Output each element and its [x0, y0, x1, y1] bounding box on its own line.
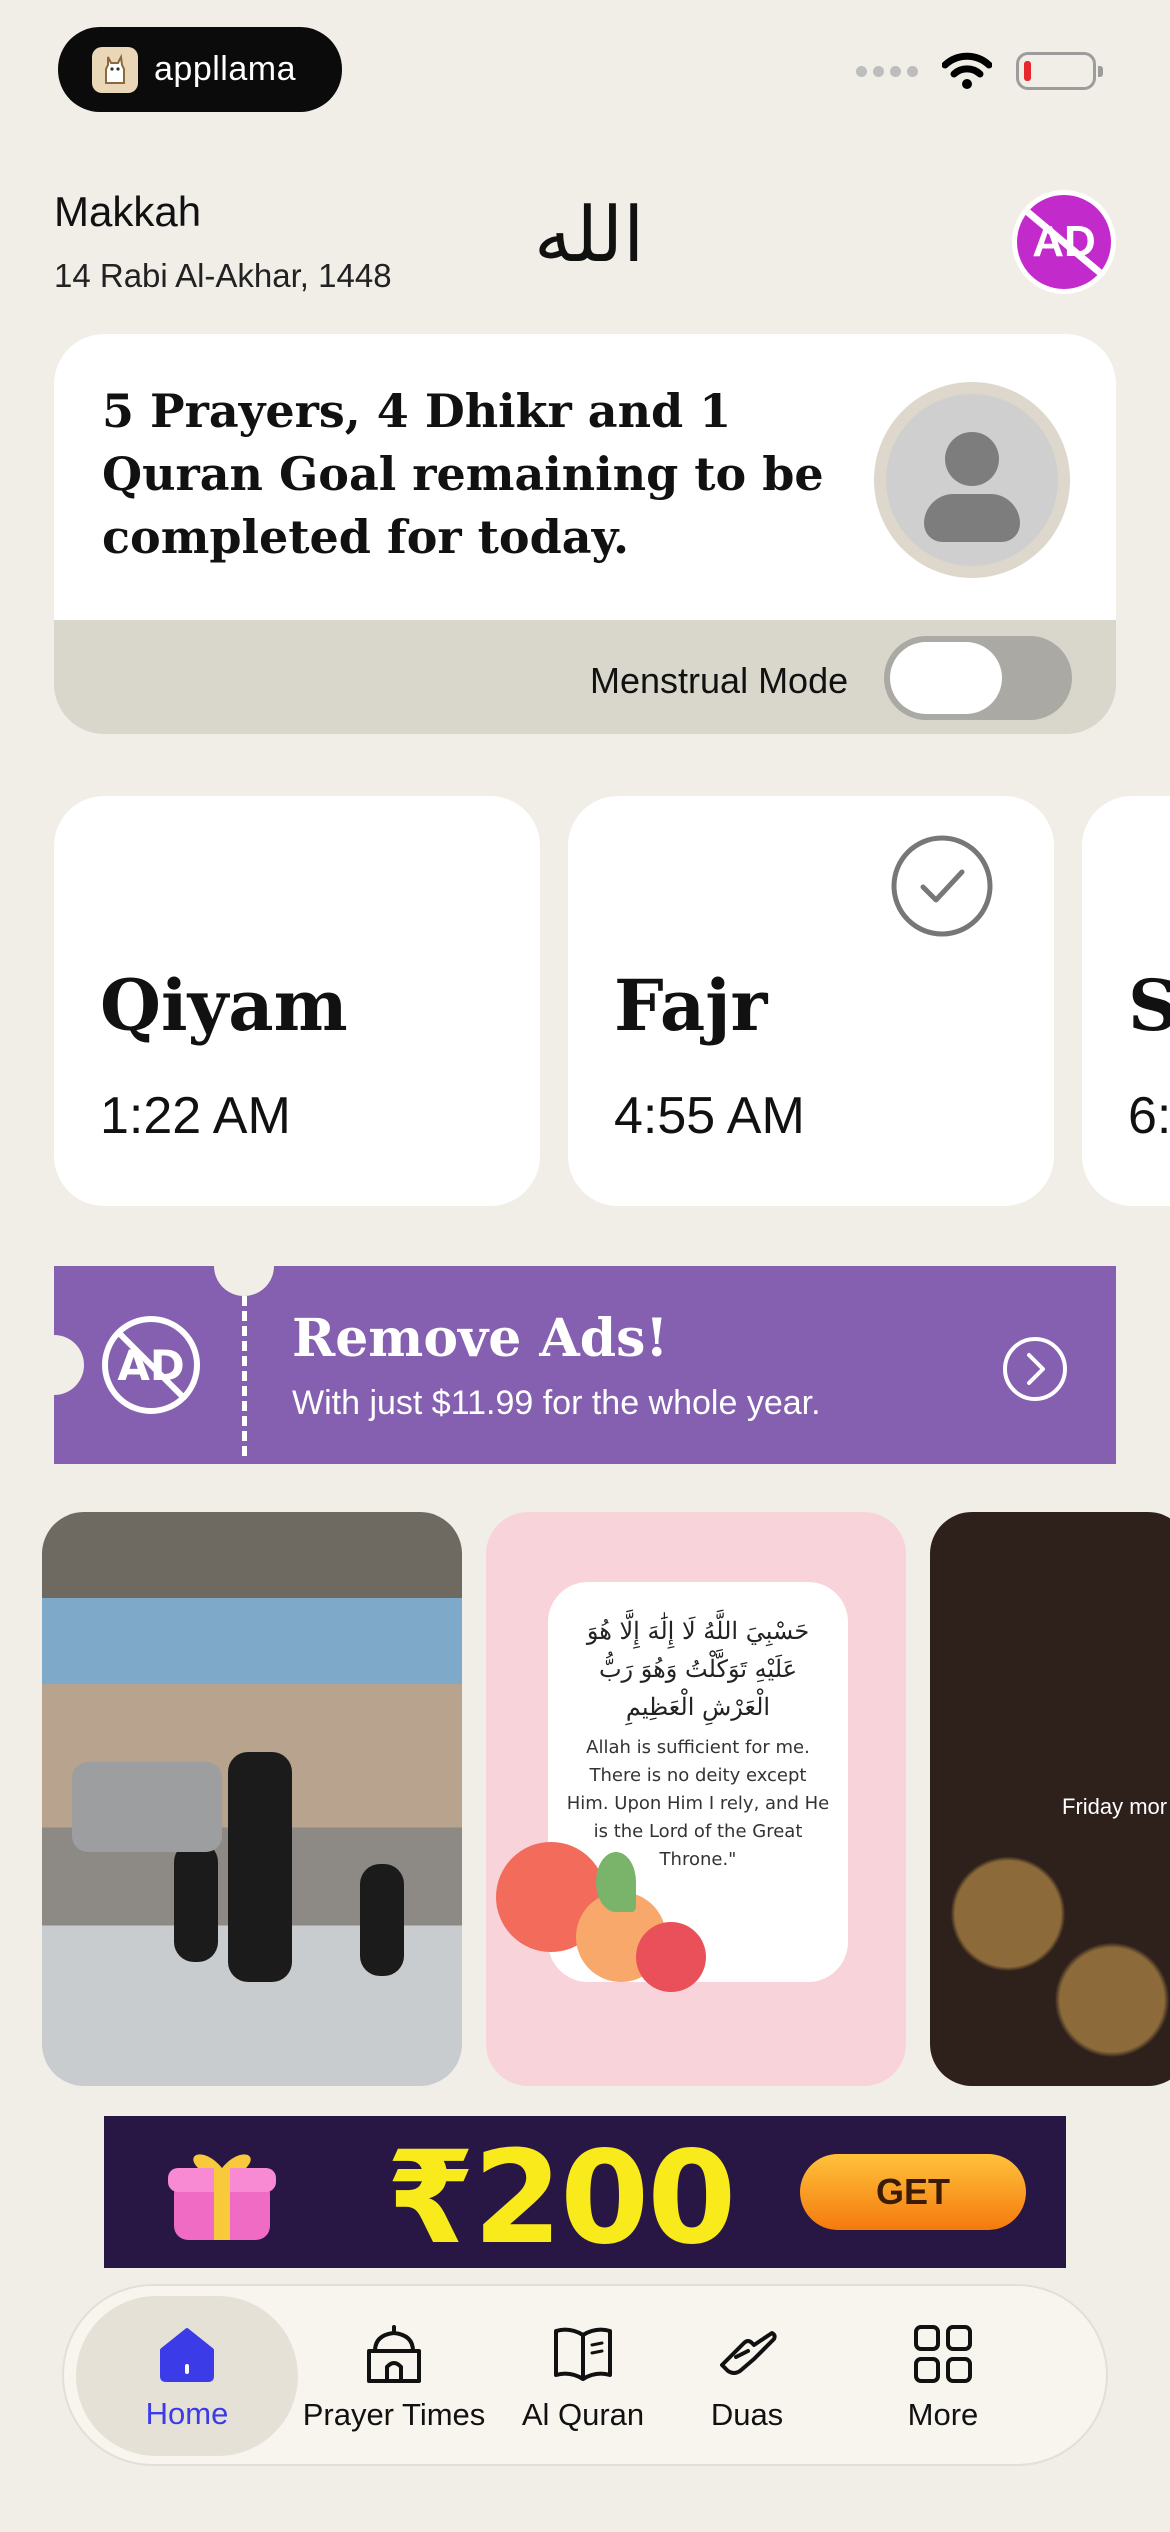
prayer-name: Qiyam	[100, 964, 348, 1047]
profile-avatar[interactable]	[874, 382, 1070, 578]
tab-label: Prayer Times	[302, 2397, 486, 2432]
tab-label: More	[907, 2397, 979, 2432]
prayer-card-next[interactable]: S 6:	[1082, 796, 1170, 1206]
cellular-signal-icon	[856, 65, 918, 77]
mosque-icon	[367, 2325, 421, 2383]
remove-ads-title: Remove Ads!	[292, 1308, 669, 1369]
remove-ads-subtitle: With just $11.99 for the whole year.	[292, 1384, 821, 1422]
home-icon	[160, 2328, 214, 2382]
llama-logo-icon	[92, 46, 138, 93]
bottom-tab-bar: Home Prayer Times Al Quran Duas More	[62, 2284, 1108, 2466]
prayer-time: 6:	[1128, 1087, 1170, 1145]
remove-ads-button[interactable]: AD	[1012, 190, 1116, 294]
tab-home[interactable]: Home	[76, 2296, 298, 2456]
promo-amount: ₹200	[386, 2124, 736, 2273]
tab-label: Duas	[710, 2397, 784, 2432]
story-quote-card[interactable]: حَسْبِيَ اللَّهُ لَا إِلَٰهَ إِلَّا هُوَ…	[486, 1512, 906, 2086]
user-placeholder-icon	[886, 394, 1058, 566]
story-photo-family[interactable]	[42, 1512, 462, 2086]
allah-calligraphy: الله	[534, 190, 645, 279]
chevron-right-icon	[1003, 1337, 1067, 1401]
quote-english: Allah is sufficient for me. There is no …	[566, 1737, 830, 1870]
remove-ads-banner[interactable]: AD Remove Ads! With just $11.99 for the …	[54, 1266, 1116, 1464]
goal-summary: 5 Prayers, 4 Dhikr and 1 Quran Goal rema…	[102, 384, 824, 564]
wifi-icon	[942, 52, 992, 89]
gift-icon	[168, 2154, 276, 2240]
quote-arabic: حَسْبِيَ اللَّهُ لَا إِلَٰهَ إِلَّا هُوَ…	[586, 1617, 810, 1721]
story-caption: Friday mor	[1062, 1794, 1168, 1819]
promo-get-button[interactable]: GET	[800, 2154, 1026, 2230]
city-name[interactable]: Makkah	[54, 188, 201, 236]
battery-low-icon	[1016, 52, 1103, 90]
status-icons	[856, 52, 1103, 90]
checkmark-circle-icon[interactable]	[890, 834, 994, 938]
praying-hands-icon	[720, 2331, 777, 2375]
app-name: appllama	[154, 50, 296, 88]
prayer-name: Fajr	[614, 964, 768, 1047]
prayer-card-fajr[interactable]: Fajr 4:55 AM	[568, 796, 1054, 1206]
prayer-time: 1:22 AM	[100, 1087, 291, 1145]
daily-goal-card[interactable]: 5 Prayers, 4 Dhikr and 1 Quran Goal rema…	[54, 334, 1116, 734]
book-icon	[554, 2327, 612, 2381]
prayer-name: S	[1128, 964, 1170, 1047]
prayer-card-qiyam[interactable]: Qiyam 1:22 AM	[54, 796, 540, 1206]
grid-icon	[914, 2325, 972, 2383]
tab-al-quran[interactable]: Al Quran	[508, 2286, 658, 2468]
tab-duas[interactable]: Duas	[682, 2286, 812, 2468]
prayer-time: 4:55 AM	[614, 1087, 805, 1145]
hijri-date: 14 Rabi Al-Akhar, 1448	[54, 257, 392, 294]
menstrual-mode-toggle[interactable]	[884, 636, 1072, 720]
tab-label: Al Quran	[521, 2397, 645, 2432]
promo-ad-banner[interactable]: ₹200 GET	[104, 2116, 1066, 2273]
tab-more[interactable]: More	[868, 2286, 1018, 2468]
app-badge[interactable]: appllama	[58, 27, 342, 112]
tab-prayer-times[interactable]: Prayer Times	[302, 2286, 486, 2468]
story-photo-friday[interactable]: Friday mor	[930, 1512, 1170, 2086]
no-ads-icon: AD	[1017, 195, 1111, 289]
menstrual-mode-label: Menstrual Mode	[590, 660, 849, 701]
no-ads-icon: AD	[102, 1316, 200, 1414]
tab-label: Home	[145, 2396, 229, 2431]
